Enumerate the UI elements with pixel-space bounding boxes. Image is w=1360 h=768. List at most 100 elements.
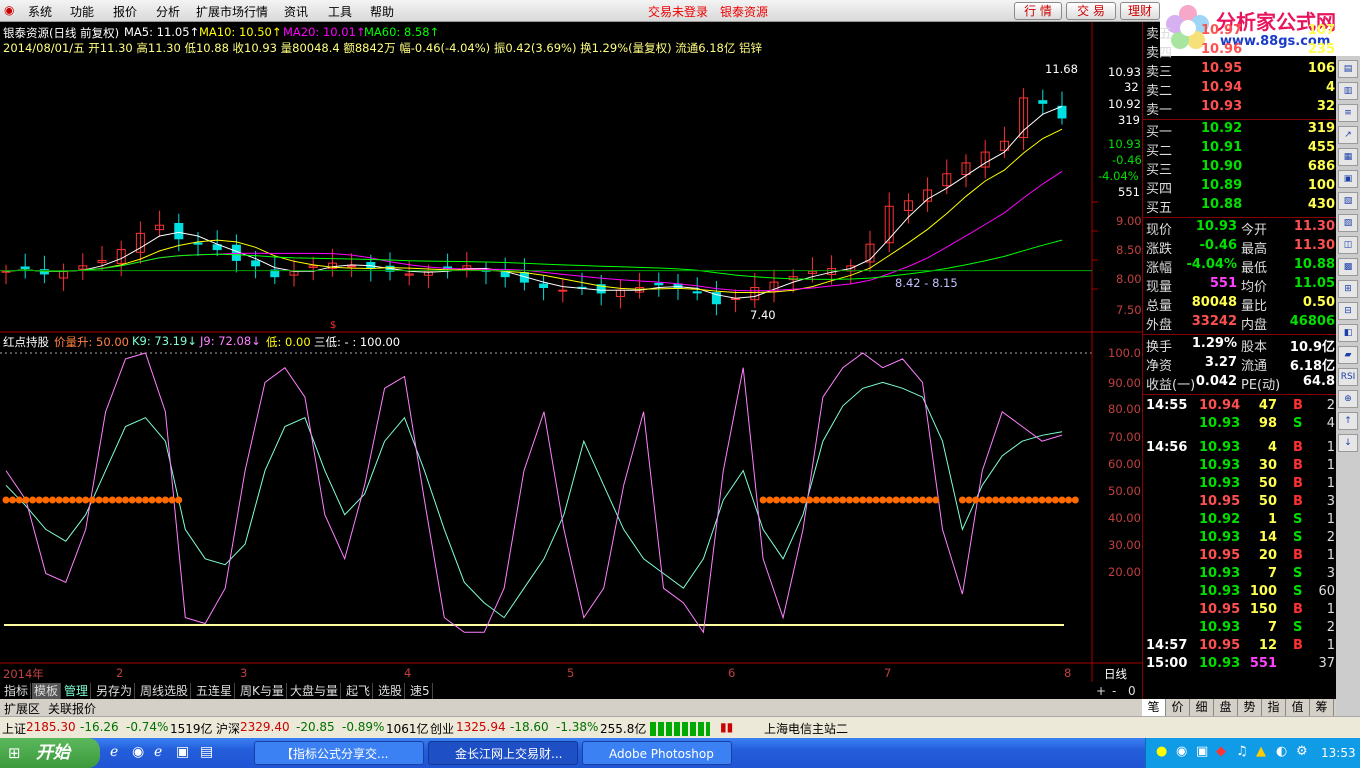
ie2-icon[interactable]: ℯ (154, 744, 162, 760)
tool-icon-7[interactable]: ▧ (1338, 192, 1358, 210)
arrow-up-icon[interactable]: ↑ (1338, 412, 1358, 430)
menu-analysis[interactable]: 分析 (156, 3, 180, 20)
tab-board[interactable]: 盘 (1214, 699, 1238, 716)
menu-news[interactable]: 资讯 (284, 3, 308, 20)
tab-value[interactable]: 值 (1286, 699, 1310, 716)
tick-row[interactable]: 15:00 10.93 551 37 (1143, 656, 1337, 674)
tab-indicator[interactable]: 指标 (2, 683, 32, 699)
order-book-buy-row[interactable]: 买一 10.92 319 (1143, 121, 1337, 140)
tab-related-quote[interactable]: 关联报价 (48, 700, 96, 717)
order-book-buy-row[interactable]: 买五 10.88 430 (1143, 197, 1337, 216)
order-book-sell-row[interactable]: 卖二 10.94 4 (1143, 80, 1337, 99)
order-book-sell-row[interactable]: 卖五 10.97 107 (1143, 23, 1337, 42)
rsi-icon[interactable]: RSI (1338, 368, 1358, 386)
tick-row[interactable]: 10.93 7 S 3 (1143, 566, 1337, 584)
tick-row[interactable]: 10.93 100 S 60 (1143, 584, 1337, 602)
tick-row[interactable]: 14:56 10.93 4 B 1 (1143, 440, 1337, 458)
tick-row[interactable]: 10.93 30 B 1 (1143, 458, 1337, 476)
tick-row[interactable]: 10.92 1 S 1 (1143, 512, 1337, 530)
tab-five-star[interactable]: 五连星 (194, 683, 236, 699)
login-status[interactable]: 交易未登录 (648, 3, 708, 20)
tick-row[interactable]: 10.95 50 B 3 (1143, 494, 1337, 512)
order-book-sell-row[interactable]: 卖一 10.93 32 (1143, 99, 1337, 118)
tick-row[interactable]: 10.93 98 S 4 (1143, 416, 1337, 434)
clock[interactable]: 13:53 (1321, 746, 1356, 760)
menu-quote[interactable]: 报价 (113, 3, 137, 20)
tab-speed5[interactable]: 速5 (408, 683, 433, 699)
tray-icon-4[interactable]: ◆ (1216, 744, 1226, 759)
reset-button[interactable]: 0 (1126, 683, 1138, 699)
zoom-in-icon[interactable]: ⊕ (1338, 390, 1358, 408)
task-photoshop[interactable]: Adobe Photoshop (582, 741, 732, 765)
tab-pick[interactable]: 选股 (376, 683, 406, 699)
app-quick-icon[interactable]: ◉ (132, 744, 144, 760)
tool-icon-10[interactable]: ▩ (1338, 258, 1358, 276)
tray-icon-2[interactable]: ◉ (1176, 744, 1187, 759)
tool-icon-9[interactable]: ◫ (1338, 236, 1358, 254)
indicator-name[interactable]: 红点持股 (3, 334, 49, 350)
tick-row[interactable]: 14:57 10.95 12 B 1 (1143, 638, 1337, 656)
tool-icon-13[interactable]: ◧ (1338, 324, 1358, 342)
zoom-plus-button[interactable]: + (1094, 683, 1108, 699)
tab-chips[interactable]: 筹 (1310, 699, 1334, 716)
tab-detail[interactable]: 细 (1190, 699, 1214, 716)
period-label[interactable]: 日线 (1104, 666, 1127, 682)
quote-button[interactable]: 行 情 (1014, 2, 1062, 20)
tool-icon-8[interactable]: ▨ (1338, 214, 1358, 232)
tray-icon-8[interactable]: ⚙ (1296, 744, 1308, 759)
tray-icon-6[interactable]: ▲ (1256, 744, 1266, 759)
arrow-down-icon[interactable]: ↓ (1338, 434, 1358, 452)
order-book-buy-row[interactable]: 买四 10.89 100 (1143, 178, 1337, 197)
tray-icon-7[interactable]: ◐ (1276, 744, 1287, 759)
tick-row[interactable]: 10.95 150 B 1 (1143, 602, 1337, 620)
tab-save-as[interactable]: 另存为 (94, 683, 136, 699)
menu-ext-market[interactable]: 扩展市场行情 (196, 3, 268, 20)
menu-tools[interactable]: 工具 (328, 3, 352, 20)
tab-trades[interactable]: 笔 (1142, 699, 1166, 716)
tab-template[interactable]: 模板 (32, 683, 62, 699)
menu-help[interactable]: 帮助 (370, 3, 394, 20)
tab-takeoff[interactable]: 起飞 (344, 683, 374, 699)
menu-function[interactable]: 功能 (70, 3, 94, 20)
tick-row[interactable]: 10.95 20 B 1 (1143, 548, 1337, 566)
tool-icon-4[interactable]: ↗ (1338, 126, 1358, 144)
tab-manage[interactable]: 管理 (62, 683, 92, 699)
tray-icon-5[interactable]: ♫ (1236, 744, 1248, 759)
tray-icon-1[interactable]: ● (1156, 744, 1167, 759)
tool-icon-6[interactable]: ▣ (1338, 170, 1358, 188)
tab-trend[interactable]: 势 (1238, 699, 1262, 716)
folder-icon[interactable]: ▣ (176, 744, 189, 760)
tab-extension[interactable]: 扩展区 (4, 700, 40, 717)
tab-weekly-pick[interactable]: 周线选股 (138, 683, 192, 699)
ie-icon[interactable]: ℯ (110, 744, 118, 760)
tab-market-vol[interactable]: 大盘与量 (288, 683, 342, 699)
chart-canvas[interactable]: $ (0, 22, 1142, 682)
order-book-sell-row[interactable]: 卖四 10.96 235 (1143, 42, 1337, 61)
doc-icon[interactable]: ▤ (200, 744, 213, 760)
tick-row[interactable]: 10.93 14 S 2 (1143, 530, 1337, 548)
order-book-sell-row[interactable]: 卖三 10.95 106 (1143, 61, 1337, 80)
order-book-buy-row[interactable]: 买二 10.91 455 (1143, 140, 1337, 159)
tool-icon-11[interactable]: ⊞ (1338, 280, 1358, 298)
task-trading[interactable]: 金长江网上交易财... (428, 741, 578, 765)
tick-row[interactable]: 10.93 7 S 2 (1143, 620, 1337, 638)
zoom-minus-button[interactable]: - (1110, 683, 1118, 699)
order-book-buy-row[interactable]: 买三 10.90 686 (1143, 159, 1337, 178)
tick-row[interactable]: 14:55 10.94 47 B 2 (1143, 398, 1337, 416)
tool-icon-2[interactable]: ▥ (1338, 82, 1358, 100)
tool-icon-3[interactable]: ≡ (1338, 104, 1358, 122)
tab-price[interactable]: 价 (1166, 699, 1190, 716)
kline-chart-panel[interactable]: $ 银泰资源(日线 前复权) MA5: 11.05↑ MA10: 10.50↑ … (0, 22, 1142, 682)
tool-icon-5[interactable]: ▦ (1338, 148, 1358, 166)
trade-button[interactable]: 交 易 (1066, 2, 1116, 20)
tab-weekly-k[interactable]: 周K与量 (238, 683, 287, 699)
tool-icon-14[interactable]: ▰ (1338, 346, 1358, 364)
tool-icon-12[interactable]: ⊟ (1338, 302, 1358, 320)
tab-index[interactable]: 指 (1262, 699, 1286, 716)
tray-icon-3[interactable]: ▣ (1196, 744, 1208, 759)
server-name[interactable]: 上海电信主站二 (764, 720, 848, 737)
wealth-button[interactable]: 理财 (1120, 2, 1160, 20)
tool-icon-1[interactable]: ▤ (1338, 60, 1358, 78)
menu-system[interactable]: 系统 (28, 3, 52, 20)
app-icon[interactable]: ◉ (4, 3, 14, 17)
